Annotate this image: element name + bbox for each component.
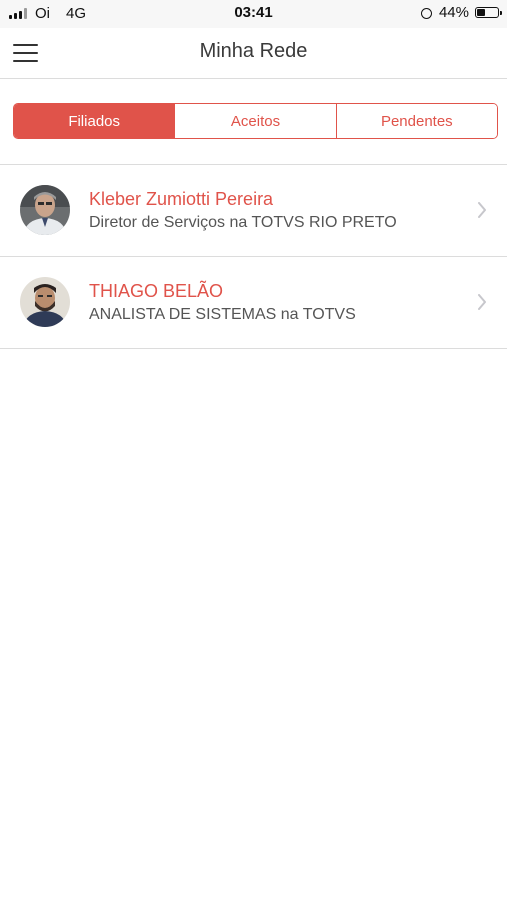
contact-role: Diretor de Serviços na TOTVS RIO PRETO [89,214,397,231]
alarm-icon [420,6,433,19]
contact-list: Kleber Zumiotti Pereira Diretor de Servi… [0,165,507,349]
contact-name: THIAGO BELÃO [89,281,224,301]
tab-filiados[interactable]: Filiados [14,104,175,138]
battery-fill [477,9,485,16]
nav-bar: Minha Rede [0,28,507,79]
page-title: Minha Rede [199,40,308,62]
tab-pendentes[interactable]: Pendentes [335,104,497,138]
status-bar: Oi 4G 03:41 44% [0,0,507,28]
segmented-tabs: Filiados Aceitos Pendentes [13,103,498,139]
battery-icon [475,7,502,18]
list-item[interactable]: Kleber Zumiotti Pereira Diretor de Servi… [0,165,507,257]
chevron-right-icon [478,294,486,310]
status-right: 44% [420,4,502,21]
contact-role: ANALISTA DE SISTEMAS na TOTVS [89,306,356,323]
chevron-right-icon [478,202,486,218]
battery-percent: 44% [438,4,469,21]
avatar [20,277,70,327]
avatar [20,185,70,235]
tab-aceitos[interactable]: Aceitos [174,104,336,138]
contact-name: Kleber Zumiotti Pereira [89,189,274,209]
list-item[interactable]: THIAGO BELÃO ANALISTA DE SISTEMAS na TOT… [0,257,507,349]
